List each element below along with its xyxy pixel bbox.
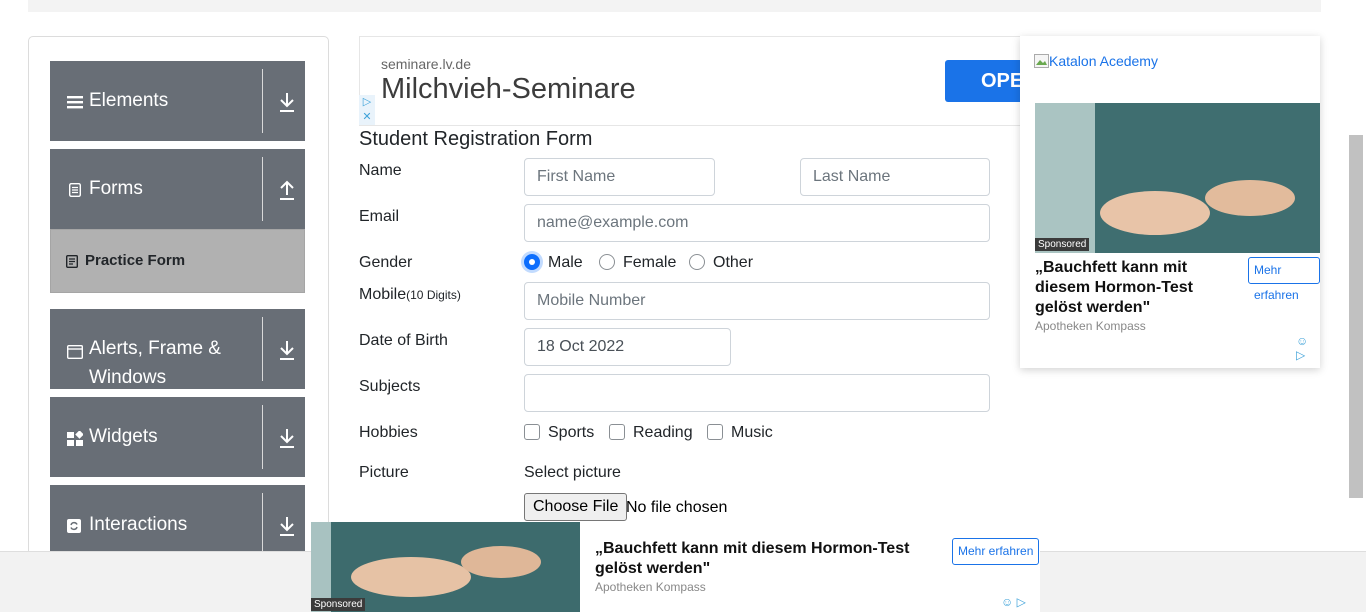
document-icon: [69, 183, 81, 197]
download-arrow-icon[interactable]: [278, 515, 296, 537]
hobby-checkbox-reading[interactable]: [609, 424, 625, 440]
divider: [262, 405, 263, 469]
ad-open-button[interactable]: OPEN: [945, 60, 1028, 102]
no-file-text: No file chosen: [626, 499, 728, 516]
ad-close-icon[interactable]: ✕: [359, 110, 375, 125]
ad-banner-top[interactable]: seminare.lv.de Milchvieh-Seminare OPEN: [359, 36, 1029, 126]
mobile-hint: (10 Digits): [406, 288, 461, 302]
divider: [262, 157, 263, 221]
window-icon: [67, 345, 83, 359]
gender-option-female[interactable]: Female: [623, 254, 676, 272]
form-title: Student Registration Form: [359, 128, 593, 150]
widgets-icon: [67, 431, 83, 446]
sidebar-group-alerts-frame-windows[interactable]: Alerts, Frame & Windows: [50, 309, 305, 389]
ad-banner-bottom[interactable]: Sponsored „Bauchfett kann mit diesem Hor…: [311, 522, 1040, 612]
mobile-label: Mobile(10 Digits): [359, 286, 461, 304]
ad-headline[interactable]: „Bauchfett kann mit diesem Hormon-Test g…: [595, 539, 935, 579]
email-label: Email: [359, 208, 400, 225]
select-picture-label: Select picture: [524, 464, 621, 481]
email-input[interactable]: name@example.com: [524, 204, 990, 242]
gender-option-other[interactable]: Other: [713, 254, 753, 272]
divider: [262, 493, 263, 557]
hobby-option-sports[interactable]: Sports: [548, 424, 594, 442]
subjects-input[interactable]: [524, 374, 990, 412]
gender-radio-female[interactable]: [599, 254, 615, 270]
download-arrow-icon[interactable]: [278, 427, 296, 449]
gender-option-male[interactable]: Male: [548, 254, 583, 272]
divider: [262, 317, 263, 381]
mehr-erfahren-button[interactable]: Mehr erfahren: [952, 538, 1040, 565]
ad-source: Apotheken Kompass: [1035, 319, 1146, 333]
sidebar-group-label: Elements: [89, 90, 169, 111]
sidebar-group-widgets[interactable]: Widgets: [50, 397, 305, 477]
sidebar-group-elements[interactable]: Elements: [50, 61, 305, 141]
hobbies-label: Hobbies: [359, 424, 418, 441]
sync-icon: [67, 519, 81, 533]
upload-arrow-icon[interactable]: [278, 179, 296, 201]
gender-label: Gender: [359, 254, 413, 271]
sidebar-item-practice-form[interactable]: Practice Form: [50, 229, 305, 293]
sidebar-group-forms[interactable]: Forms: [50, 149, 305, 229]
sidebar-group-label-line1: Alerts, Frame &: [89, 338, 221, 359]
mobile-label-text: Mobile: [359, 286, 407, 303]
hobby-checkbox-sports[interactable]: [524, 424, 540, 440]
ad-headline[interactable]: „Bauchfett kann mit diesem Hormon-Test g…: [1035, 258, 1235, 318]
sidebar-group-label: Interactions: [89, 514, 188, 535]
subjects-label: Subjects: [359, 378, 421, 395]
sponsored-tag: Sponsored: [1035, 238, 1090, 251]
download-arrow-icon[interactable]: [278, 339, 296, 361]
hobby-option-reading[interactable]: Reading: [633, 424, 693, 442]
top-banner-strip: [28, 0, 1321, 12]
date-of-birth-input[interactable]: 18 Oct 2022: [524, 328, 731, 366]
hamburger-icon: [67, 96, 83, 109]
sidebar-group-label-line2: Windows: [89, 367, 167, 388]
ad-photo[interactable]: [1035, 103, 1320, 253]
ad-info-icon[interactable]: ☺ ▷: [1001, 595, 1026, 609]
gender-radio-male[interactable]: [524, 254, 540, 270]
divider: [262, 69, 263, 133]
ad-sidebar-right[interactable]: Katalon Acedemy Sponsored „Bauchfett kan…: [1020, 36, 1320, 368]
ad-headline[interactable]: Milchvieh-Seminare: [381, 73, 636, 106]
sidebar-item-label: Practice Form: [85, 252, 186, 269]
broken-image-alt[interactable]: Katalon Acedemy: [1034, 53, 1158, 69]
first-name-input[interactable]: First Name: [524, 158, 715, 196]
choose-file-button[interactable]: Choose File: [524, 493, 628, 521]
form-icon: [66, 255, 78, 268]
sidebar-group-label: Widgets: [89, 426, 158, 447]
name-label: Name: [359, 162, 402, 179]
picture-label: Picture: [359, 464, 409, 481]
adchoices-icon[interactable]: ▷: [359, 95, 375, 110]
download-arrow-icon[interactable]: [278, 91, 296, 113]
hobby-option-music[interactable]: Music: [731, 424, 773, 442]
broken-image-icon: [1034, 54, 1049, 68]
mehr-erfahren-button[interactable]: Mehr erfahren: [1248, 257, 1320, 302]
sidebar-group-label: Forms: [89, 178, 143, 199]
hobby-checkbox-music[interactable]: [707, 424, 723, 440]
sponsored-tag: Sponsored: [311, 598, 366, 611]
broken-image-alt-text: Katalon Acedemy: [1049, 53, 1158, 69]
ad-info-icon[interactable]: ☺ ▷: [1296, 334, 1320, 362]
ad-source: Apotheken Kompass: [595, 580, 706, 594]
last-name-input[interactable]: Last Name: [800, 158, 990, 196]
mobile-input[interactable]: Mobile Number: [524, 282, 990, 320]
gender-radio-other[interactable]: [689, 254, 705, 270]
ad-domain: seminare.lv.de: [381, 56, 472, 72]
dob-label: Date of Birth: [359, 332, 448, 349]
page-scrollbar[interactable]: [1349, 135, 1363, 498]
